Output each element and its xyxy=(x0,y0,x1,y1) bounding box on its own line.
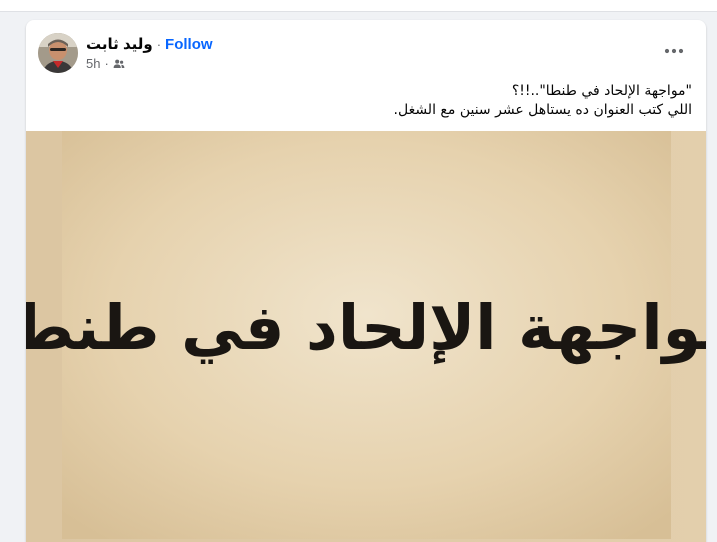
calligraphy-art-image: مواجهة الإلحاد في طنطا xyxy=(26,291,706,364)
top-bar xyxy=(0,0,717,12)
separator-dot: · xyxy=(104,55,109,71)
name-line: وليد ثابت · Follow xyxy=(86,35,213,55)
friends-icon[interactable] xyxy=(113,58,125,70)
more-options-icon[interactable] xyxy=(656,38,692,64)
follow-button[interactable]: Follow xyxy=(165,35,213,55)
author-meta: وليد ثابت · Follow 5h · xyxy=(86,35,213,72)
post-header: وليد ثابت · Follow 5h · xyxy=(38,32,213,74)
post-text: "مواجهة الإلحاد في طنطا"..!!؟ اللي كتب ا… xyxy=(42,82,692,120)
author-name[interactable]: وليد ثابت xyxy=(86,35,153,55)
post-image[interactable]: مواجهة الإلحاد في طنطا xyxy=(26,131,706,542)
post-card: وليد ثابت · Follow 5h · "مواجهة الإلحاد … xyxy=(26,20,706,542)
post-timestamp[interactable]: 5h xyxy=(86,56,100,72)
separator-dot: · xyxy=(156,36,162,52)
post-subline: 5h · xyxy=(86,56,213,72)
post-text-line: اللي كتب العنوان ده يستاهل عشر سنين مع ا… xyxy=(393,102,692,118)
post-text-line: "مواجهة الإلحاد في طنطا"..!!؟ xyxy=(511,83,692,99)
calligraphy-text: مواجهة الإلحاد في طنطا xyxy=(26,291,706,364)
page: وليد ثابت · Follow 5h · "مواجهة الإلحاد … xyxy=(0,0,717,542)
author-avatar[interactable] xyxy=(38,33,78,73)
